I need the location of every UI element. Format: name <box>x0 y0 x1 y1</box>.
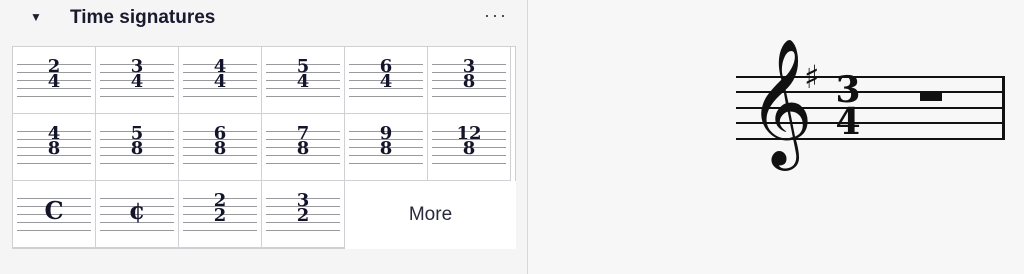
time-signature-fraction: 32 <box>262 191 344 227</box>
score-time-denominator: 4 <box>835 101 861 144</box>
time-signature-fraction: 22 <box>179 191 261 227</box>
score-view[interactable]: 𝄞 ♯ 3 4 <box>528 0 1024 274</box>
time-signature-fraction: 48 <box>13 124 95 160</box>
time-signature-fraction: 44 <box>179 57 261 93</box>
time-signature-fraction: 24 <box>13 57 95 93</box>
time-signature-denominator: 2 <box>213 205 227 227</box>
key-signature-sharp[interactable]: ♯ <box>804 58 819 96</box>
end-barline[interactable] <box>1002 76 1005 140</box>
time-signature-denominator: 8 <box>462 138 476 160</box>
time-signature-fraction: 38 <box>428 57 510 93</box>
time-signature-fraction: 64 <box>345 57 427 93</box>
more-options-icon[interactable]: ··· <box>484 5 508 26</box>
time-signature-fraction: 98 <box>345 124 427 160</box>
time-signature-cell[interactable]: 78 <box>262 114 345 181</box>
time-signature-denominator: 4 <box>130 71 144 93</box>
time-signature-cell[interactable]: 24 <box>13 47 96 114</box>
time-signature-denominator: 8 <box>296 138 310 160</box>
time-signature-fraction: 34 <box>96 57 178 93</box>
palette-title: Time signatures <box>70 7 216 28</box>
time-signature-fraction: 58 <box>96 124 178 160</box>
time-signature-cell[interactable]: 38 <box>428 47 511 114</box>
time-signature-fraction: 78 <box>262 124 344 160</box>
time-signature-denominator: 8 <box>462 71 476 93</box>
time-signature-cell[interactable]: ¢ <box>96 181 179 248</box>
time-signature-denominator: 4 <box>379 71 393 93</box>
time-signature-cell[interactable]: 68 <box>179 114 262 181</box>
time-signature-denominator: 8 <box>130 138 144 160</box>
time-signature-denominator: 8 <box>379 138 393 160</box>
time-signature-cell[interactable]: C <box>13 181 96 248</box>
time-signature-cell[interactable]: 32 <box>262 181 345 248</box>
time-signature-fraction: 12 8 <box>428 124 510 160</box>
time-signature-symbol: C <box>44 196 64 225</box>
time-signature-denominator: 4 <box>213 71 227 93</box>
time-signature-cell[interactable]: 54 <box>262 47 345 114</box>
time-signature-denominator: 8 <box>47 138 61 160</box>
score-time-signature[interactable]: 3 4 <box>828 72 868 144</box>
time-signature-fraction: 54 <box>262 57 344 93</box>
time-signatures-palette: ▼ Time signatures ··· 3 2 2 2 ¢ C 12 8 9 8 7 8 6 8 5 8 4… <box>0 0 527 274</box>
time-signature-denominator: 4 <box>296 71 310 93</box>
more-button[interactable]: More <box>345 181 516 249</box>
time-signature-symbol: ¢ <box>128 196 146 225</box>
time-signature-cell[interactable]: 58 <box>96 114 179 181</box>
collapse-arrow-icon[interactable]: ▼ <box>30 10 42 24</box>
time-signature-cell[interactable]: 44 <box>179 47 262 114</box>
time-signature-cell[interactable]: 12 8 <box>428 114 511 181</box>
time-signature-cell[interactable]: 34 <box>96 47 179 114</box>
palette-header[interactable]: ▼ Time signatures ··· <box>0 0 527 40</box>
time-signature-cell[interactable]: 64 <box>345 47 428 114</box>
time-signature-cell[interactable]: 22 <box>179 181 262 248</box>
time-signature-grid: 3 2 2 2 ¢ C 12 8 9 8 7 8 6 8 5 8 4 8 3 8 6 4 5 4 4 4 3 4 2 4 More <box>12 46 516 249</box>
time-signature-denominator: 2 <box>296 205 310 227</box>
time-signature-cell[interactable]: 48 <box>13 114 96 181</box>
time-signature-denominator: 4 <box>47 71 61 93</box>
time-signature-denominator: 8 <box>213 138 227 160</box>
whole-rest[interactable] <box>920 92 942 101</box>
time-signature-fraction: 68 <box>179 124 261 160</box>
time-signature-cell[interactable]: 98 <box>345 114 428 181</box>
